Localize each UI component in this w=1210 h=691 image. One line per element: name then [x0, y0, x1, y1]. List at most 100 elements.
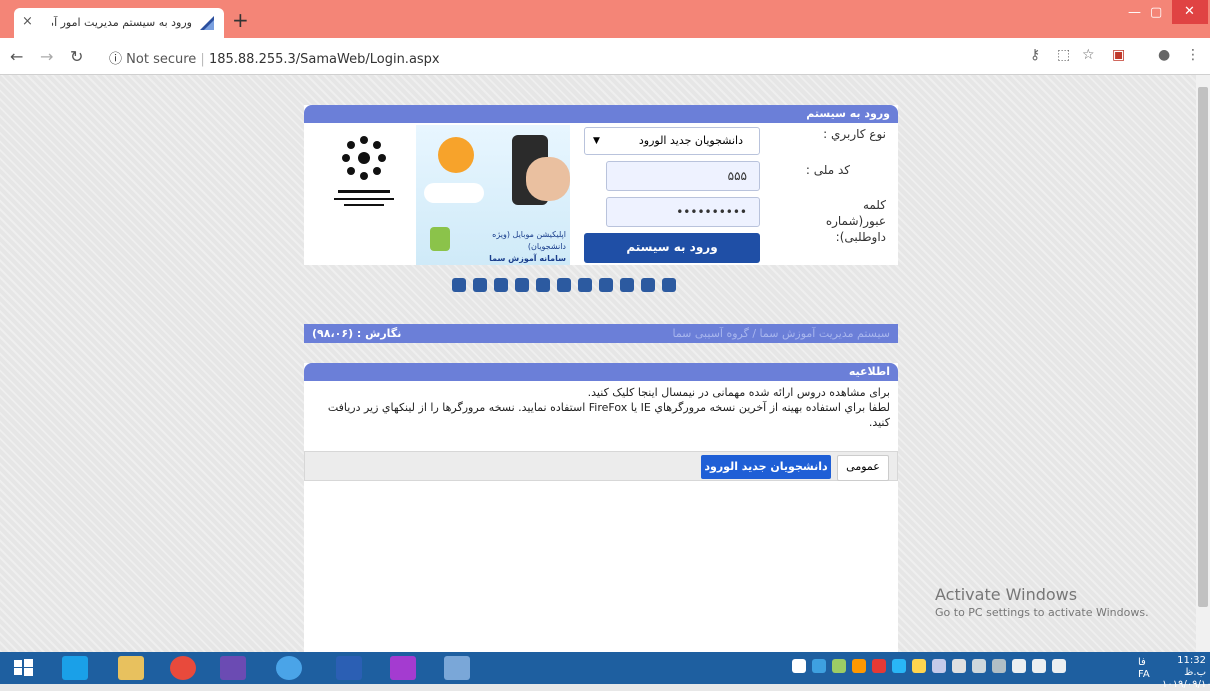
- start-button[interactable]: [12, 656, 38, 680]
- pdf-extension-icon[interactable]: ▣: [1112, 47, 1125, 63]
- mobile-app-banner[interactable]: اپلیکیشن موبایل (ویژه دانشجویان) سامانه …: [416, 125, 570, 265]
- quick-link-icon[interactable]: [599, 278, 613, 292]
- notice-line-1[interactable]: برای مشاهده دروس ارائه شده مهمانی در نیم…: [304, 385, 890, 400]
- menu-icon[interactable]: ⋮: [1186, 47, 1200, 63]
- quick-link-icon[interactable]: [620, 278, 634, 292]
- banner-text-1: اپلیکیشن موبایل (ویژه دانشجویان): [492, 230, 566, 251]
- tray-icon[interactable]: [852, 659, 866, 673]
- volume-icon[interactable]: [1032, 659, 1046, 673]
- national-code-label: كد ملی :: [805, 163, 850, 177]
- translate-icon[interactable]: ⬚: [1057, 47, 1070, 63]
- url-field[interactable]: ⓘ Not secure | 185.88.255.3/SamaWeb/Logi…: [95, 43, 1005, 69]
- tab-title: ورود به سیستم مدیریت امور آموزشی: [52, 16, 192, 29]
- taskbar: فا FA 11:32 ب.ظ ۱۰۱۹/۰۹/۱۰: [0, 652, 1210, 690]
- paint-icon[interactable]: [444, 656, 470, 680]
- info-icon[interactable]: ⓘ: [109, 52, 122, 67]
- quick-link-icon[interactable]: [557, 278, 571, 292]
- profile-icon[interactable]: ●: [1158, 47, 1170, 63]
- windows-icon: [14, 659, 33, 676]
- scrollbar-thumb[interactable]: [1198, 87, 1208, 607]
- chrome-icon[interactable]: [170, 656, 196, 680]
- breadcrumb: نگارش : (۹۸،۰۶) سیستم مدیریت آموزش سما /…: [304, 324, 898, 343]
- notice-tabs: عمومی دانشجويان جديد الورود: [304, 451, 898, 481]
- notice-line-2: لطفا براي استفاده بهينه از آخرين نسخه مر…: [327, 401, 890, 429]
- forward-icon[interactable]: →: [40, 47, 53, 66]
- tray-icon[interactable]: [912, 659, 926, 673]
- ie-icon[interactable]: [62, 656, 88, 680]
- tray-icon[interactable]: [992, 659, 1006, 673]
- maximize-icon[interactable]: ▢: [1150, 5, 1162, 20]
- national-code-input[interactable]: ۵۵۵: [606, 161, 760, 191]
- tab-close-icon[interactable]: ×: [22, 14, 33, 29]
- notice-header: اطلاعیه: [304, 363, 898, 381]
- minimize-icon[interactable]: —: [1128, 5, 1141, 20]
- watermark-title: Activate Windows: [935, 585, 1078, 604]
- user-type-select[interactable]: دانشجويان جديد الورود ▼: [584, 127, 760, 155]
- word-icon[interactable]: [336, 656, 362, 680]
- tray-icon[interactable]: [792, 659, 806, 673]
- tray-icon[interactable]: [932, 659, 946, 673]
- quick-link-icon[interactable]: [452, 278, 466, 292]
- language-indicator[interactable]: فا FA: [1138, 657, 1150, 681]
- tray-icon[interactable]: [872, 659, 886, 673]
- tray-icon[interactable]: [812, 659, 826, 673]
- chrome-beta-icon[interactable]: [276, 656, 302, 680]
- star-icon[interactable]: ☆: [1082, 47, 1095, 63]
- not-secure-label: Not secure: [126, 52, 197, 67]
- tray-icon[interactable]: [832, 659, 846, 673]
- network-icon[interactable]: [1052, 659, 1066, 673]
- chevron-down-icon: ▼: [593, 136, 600, 146]
- login-panel: ورود به سیستم نوع كاربري : دانشجويان جدي…: [304, 105, 898, 265]
- new-tab-button[interactable]: +: [232, 8, 249, 32]
- cloud-icon: [424, 183, 484, 203]
- tab-new-students[interactable]: دانشجويان جديد الورود: [701, 455, 831, 479]
- browser-tab[interactable]: ورود به سیستم مدیریت امور آموزشی ×: [14, 8, 224, 38]
- user-type-label: نوع كاربري :: [823, 127, 886, 141]
- quick-links-row: [452, 277, 683, 297]
- quick-link-icon[interactable]: [473, 278, 487, 292]
- hand-icon: [526, 157, 570, 201]
- activate-windows-watermark: Activate Windows Go to PC settings to ac…: [935, 585, 1149, 619]
- quick-link-icon[interactable]: [536, 278, 550, 292]
- language-fa: فا: [1138, 657, 1146, 668]
- clock-time: 11:32 ب.ظ: [1177, 655, 1206, 678]
- quick-link-icon[interactable]: [494, 278, 508, 292]
- close-window-button[interactable]: ✕: [1172, 0, 1208, 24]
- login-button[interactable]: ورود به سیستم: [584, 233, 760, 263]
- login-header: ورود به سیستم: [304, 105, 898, 123]
- url-text[interactable]: 185.88.255.3/SamaWeb/Login.aspx: [209, 52, 440, 67]
- banner-text-2: سامانه آموزش سما: [489, 254, 566, 263]
- quick-link-icon[interactable]: [515, 278, 529, 292]
- reload-icon[interactable]: ↻: [70, 47, 83, 66]
- notice-panel: اطلاعیه برای مشاهده دروس ارائه شده مهمان…: [304, 363, 898, 653]
- clock-date: ۱۰۱۹/۰۹/۱۰: [1162, 679, 1210, 690]
- key-icon[interactable]: ⚷: [1030, 47, 1040, 63]
- version-text: نگارش : (۹۸،۰۶): [312, 327, 402, 340]
- watermark-subtitle: Go to PC settings to activate Windows.: [935, 606, 1149, 619]
- android-icon: [430, 227, 450, 251]
- breadcrumb-path[interactable]: سیستم مدیریت آموزش سما / گروه آسیبی سما: [672, 327, 890, 340]
- tray-icon[interactable]: [952, 659, 966, 673]
- app-logo-icon: [438, 137, 474, 173]
- tray-icon[interactable]: [892, 659, 906, 673]
- password-label: كلمه عبور(شماره داوطلبی):: [825, 198, 886, 244]
- scrollbar[interactable]: [1196, 75, 1210, 652]
- quick-link-icon[interactable]: [578, 278, 592, 292]
- tray-icon[interactable]: [972, 659, 986, 673]
- visual-studio-icon[interactable]: [220, 656, 246, 680]
- language-code: FA: [1138, 669, 1150, 680]
- back-icon[interactable]: ←: [10, 47, 23, 66]
- tab-general[interactable]: عمومی: [837, 455, 889, 481]
- sama-favicon-icon: [200, 16, 214, 30]
- file-explorer-icon[interactable]: [118, 656, 144, 680]
- password-input[interactable]: ••••••••••: [606, 197, 760, 227]
- browser-titlebar: ورود به سیستم مدیریت امور آموزشی × + — ▢…: [0, 0, 1210, 38]
- address-bar: ← → ↻ ⓘ Not secure | 185.88.255.3/SamaWe…: [0, 38, 1210, 75]
- quick-link-icon[interactable]: [641, 278, 655, 292]
- search-app-icon[interactable]: [390, 656, 416, 680]
- university-logo: [334, 136, 394, 206]
- quick-link-icon[interactable]: [662, 278, 676, 292]
- flag-icon[interactable]: [1012, 659, 1026, 673]
- clock[interactable]: 11:32 ب.ظ ۱۰۱۹/۰۹/۱۰: [1162, 655, 1210, 691]
- close-icon: ✕: [1184, 4, 1195, 19]
